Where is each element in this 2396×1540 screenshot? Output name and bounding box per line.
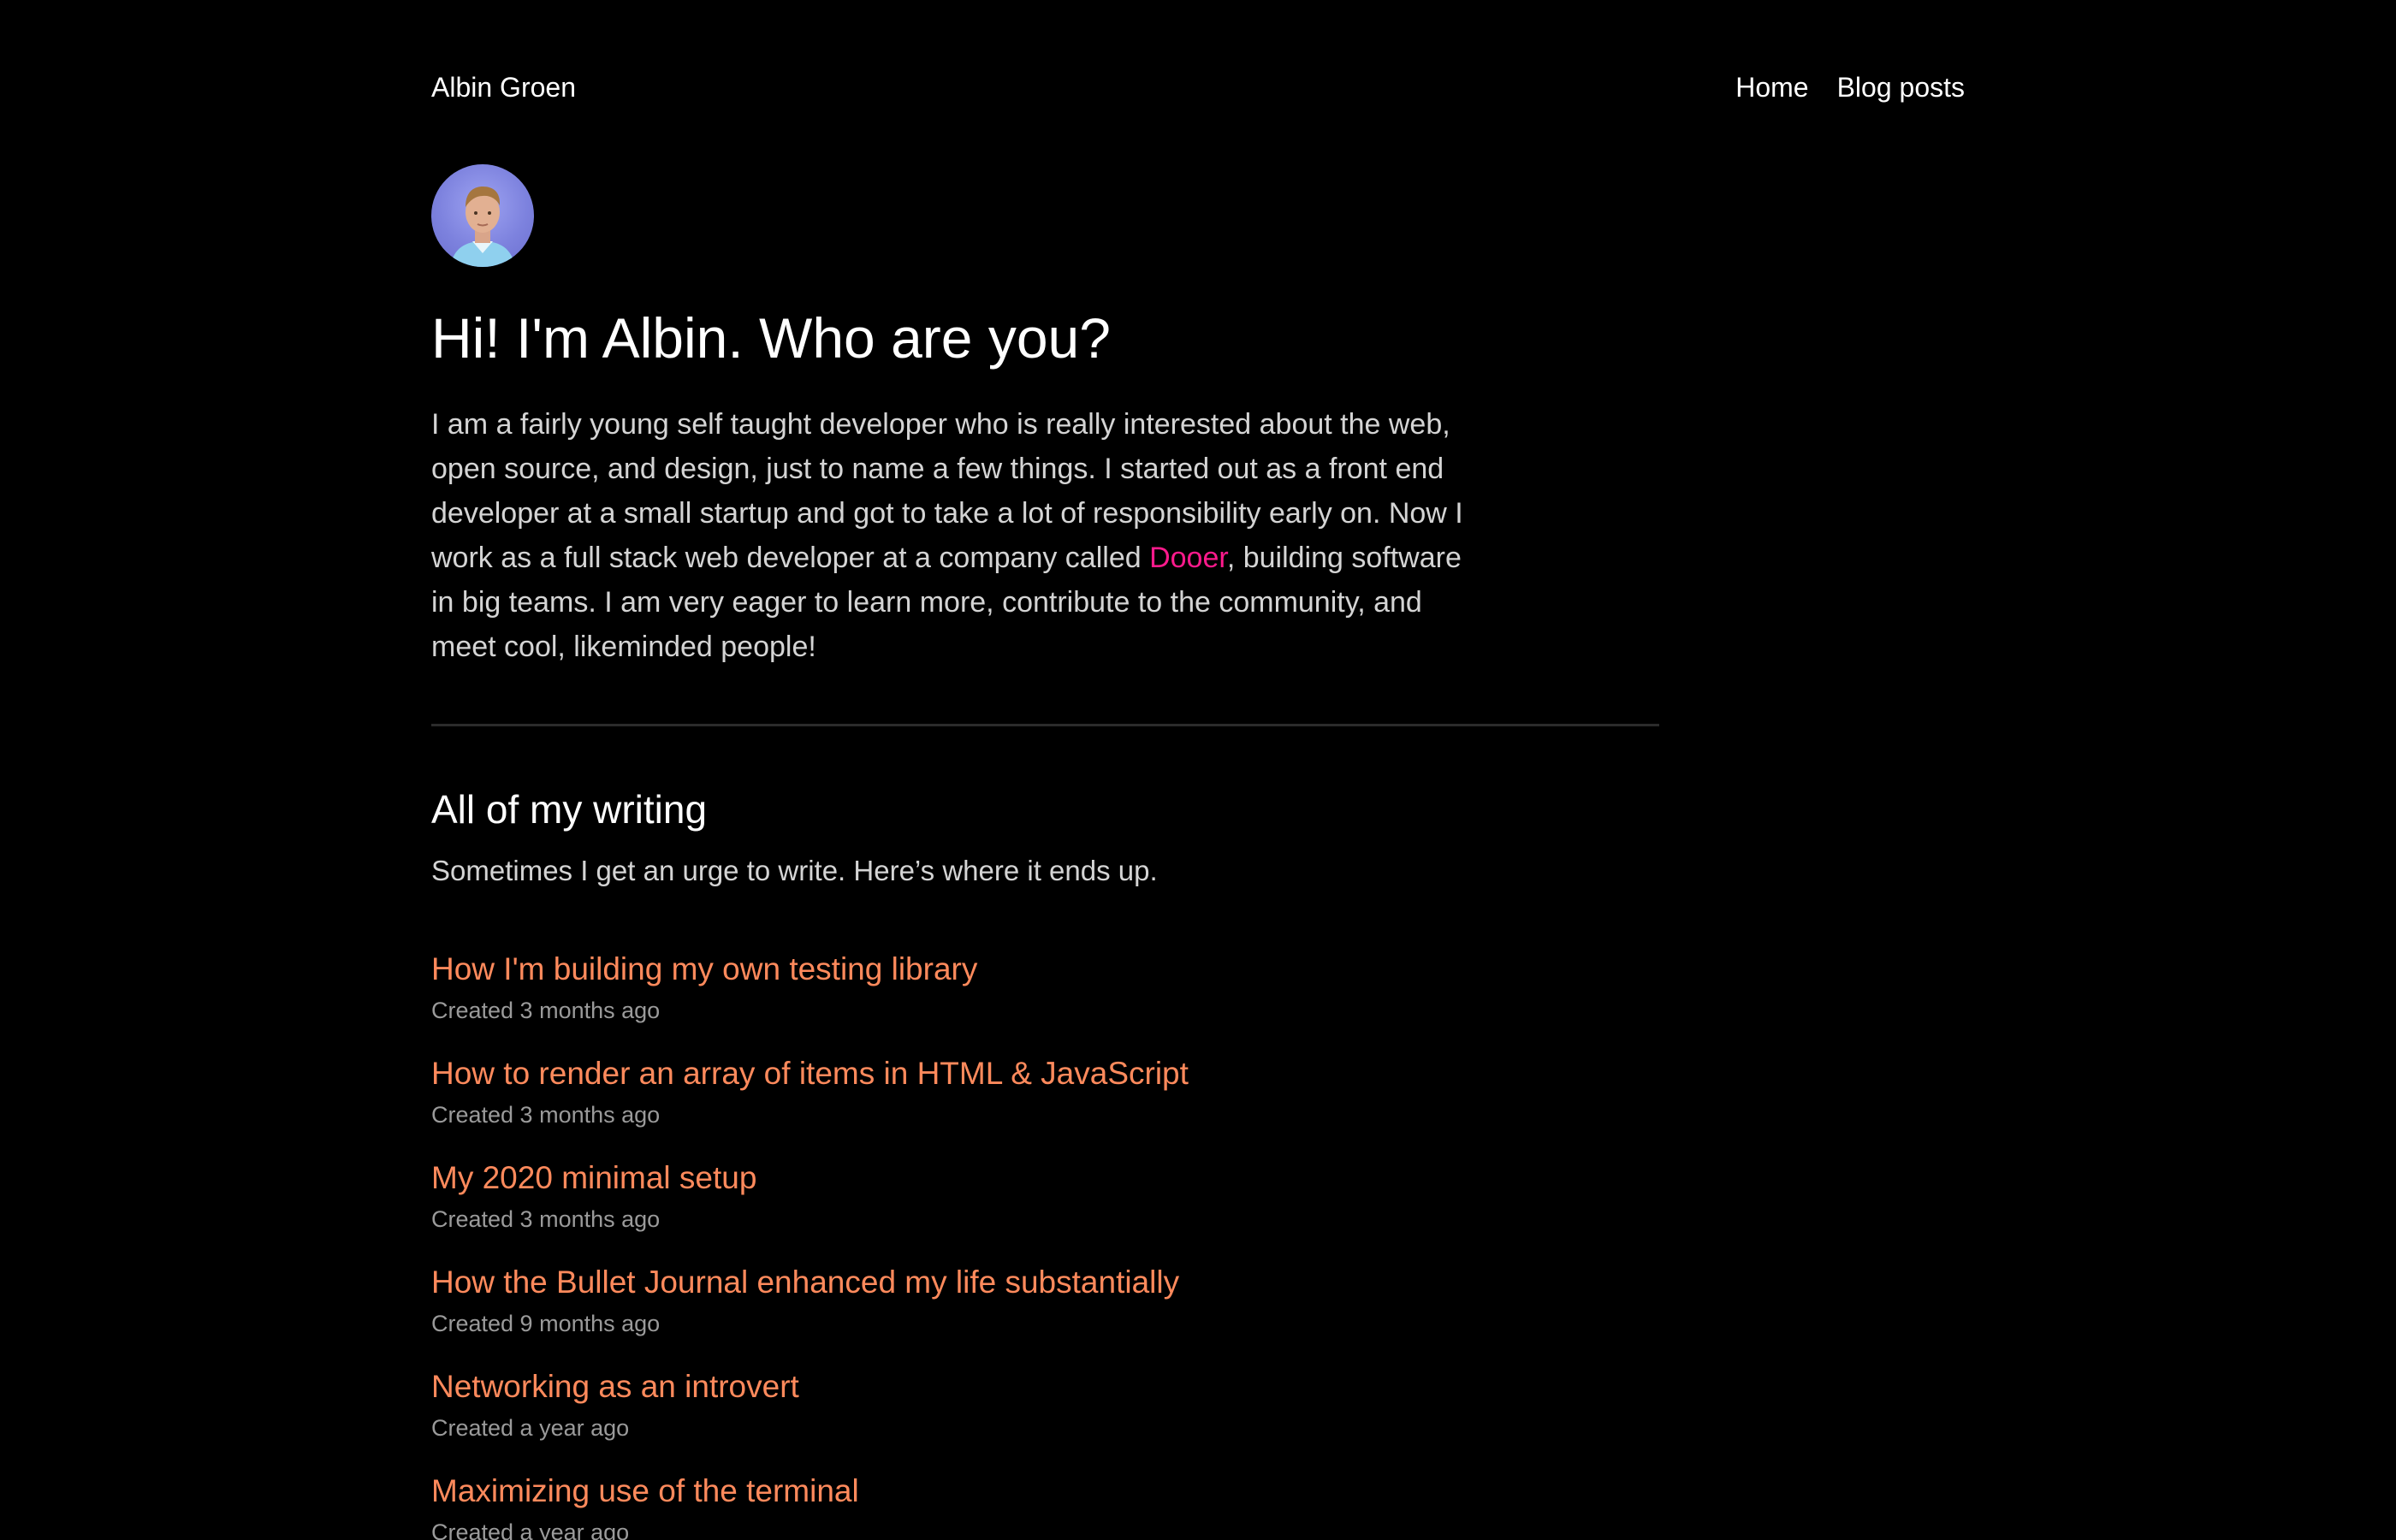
post-created-date: Created 3 months ago <box>431 998 661 1023</box>
post-created-date: Created 9 months ago <box>431 1311 661 1336</box>
nav-home-link[interactable]: Home <box>1735 62 1808 113</box>
avatar-portrait-image <box>450 187 515 267</box>
site-header: Albin Groen Home Blog posts <box>431 62 1965 113</box>
post-created-date: Created 3 months ago <box>431 1102 661 1128</box>
post-title-link[interactable]: How I'm building my own testing library <box>431 941 1965 998</box>
post-created-date: Created a year ago <box>431 1415 630 1441</box>
writing-section-subtitle: Sometimes I get an urge to write. Here’s… <box>431 855 1158 886</box>
post-title-link[interactable]: Networking as an introvert <box>431 1359 1965 1415</box>
site-title-link[interactable]: Albin Groen <box>431 62 576 113</box>
bio-paragraph: I am a fairly young self taught develope… <box>431 402 1467 669</box>
post-list-item: How the Bullet Journal enhanced my life … <box>431 1254 1965 1359</box>
nav-blog-posts-link[interactable]: Blog posts <box>1837 62 1965 113</box>
post-title-link[interactable]: Maximizing use of the terminal <box>431 1463 1965 1519</box>
section-divider <box>431 724 1659 726</box>
writing-section-title: All of my writing <box>431 787 708 832</box>
post-list-item: How I'm building my own testing library … <box>431 941 1965 1045</box>
hero-title: Hi! I'm Albin. Who are you? <box>431 306 1111 370</box>
post-list-item: Networking as an introvert Created a yea… <box>431 1359 1965 1463</box>
post-created-date: Created a year ago <box>431 1519 630 1540</box>
post-list-item: How to render an array of items in HTML … <box>431 1045 1965 1150</box>
post-title-link[interactable]: How to render an array of items in HTML … <box>431 1045 1965 1102</box>
main-nav: Home Blog posts <box>1735 62 1965 113</box>
avatar <box>431 164 534 267</box>
post-title-link[interactable]: How the Bullet Journal enhanced my life … <box>431 1254 1965 1311</box>
page: Albin Groen Home Blog posts Hi! I'm Albi… <box>431 0 1965 1540</box>
post-list-item: Maximizing use of the terminal Created a… <box>431 1463 1965 1540</box>
dooer-link[interactable]: Dooer <box>1149 542 1227 574</box>
post-created-date: Created 3 months ago <box>431 1206 661 1232</box>
post-list: How I'm building my own testing library … <box>431 941 1965 1540</box>
post-title-link[interactable]: My 2020 minimal setup <box>431 1150 1965 1206</box>
post-list-item: My 2020 minimal setup Created 3 months a… <box>431 1150 1965 1254</box>
